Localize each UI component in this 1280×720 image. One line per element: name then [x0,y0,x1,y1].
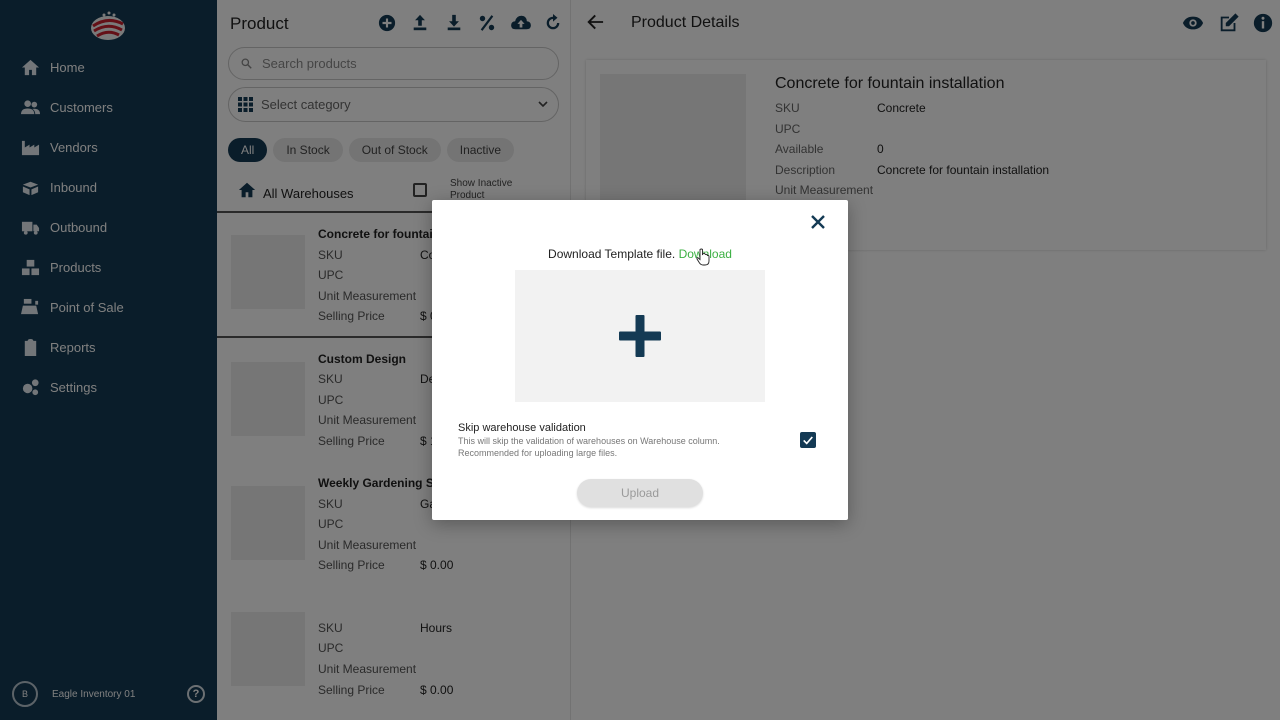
file-dropzone[interactable] [515,270,765,402]
skip-desc-line-1: This will skip the validation of warehou… [458,436,720,446]
skip-validation-description: This will skip the validation of warehou… [458,435,778,459]
close-button[interactable] [810,214,830,234]
skip-validation-title: Skip warehouse validation [458,422,586,434]
download-template-line: Download Template file. Download [432,247,848,261]
download-template-text: Download Template file. [548,247,676,261]
plus-icon [619,315,661,357]
close-icon [811,215,825,229]
hand-cursor-icon [696,248,710,266]
skip-desc-line-2: Recommended for uploading large files. [458,448,618,458]
check-icon [803,436,813,445]
skip-validation-checkbox[interactable] [800,432,816,448]
import-dialog: Download Template file. Download Skip wa… [432,200,848,520]
upload-button[interactable]: Upload [577,479,703,507]
